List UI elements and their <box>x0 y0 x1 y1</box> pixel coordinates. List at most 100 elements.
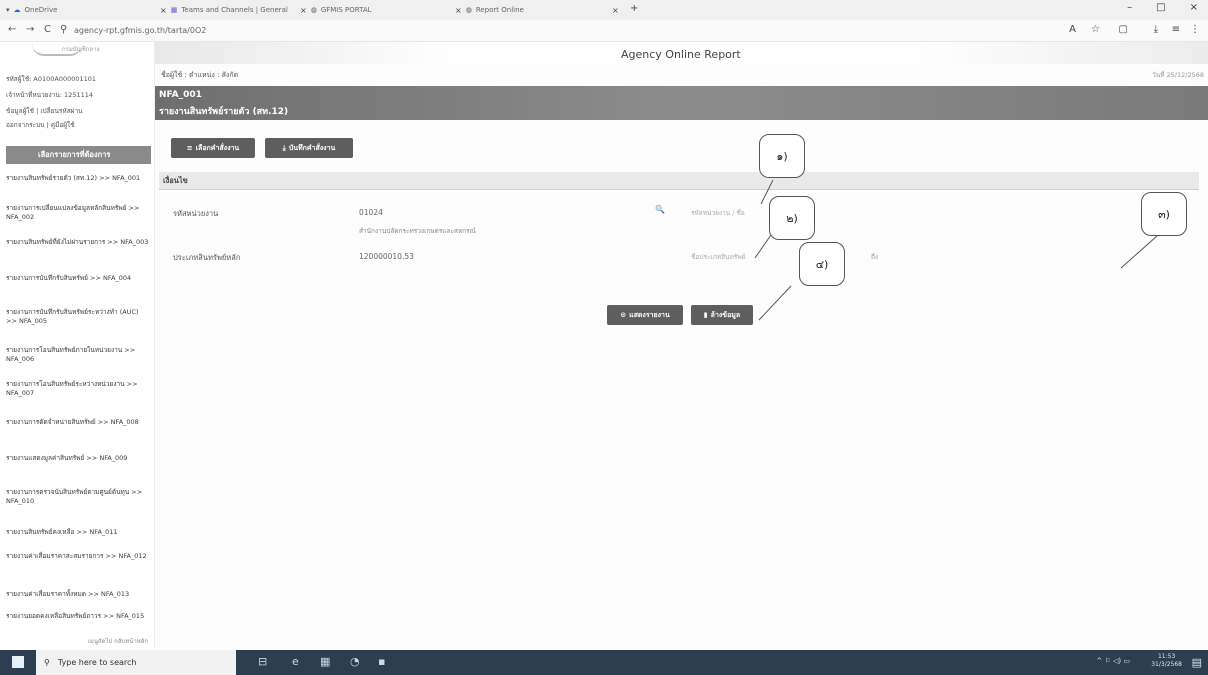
sidebar-item-nfa010[interactable]: รายงานการตรวจนับสินทรัพย์ตามศูนย์ต้นทุน … <box>6 488 151 506</box>
logout-manual-links[interactable]: ออกจากระบบ | คู่มือผู้ใช้ <box>6 120 75 130</box>
menu-header: เลือกรายการที่ต้องการ <box>6 146 151 164</box>
globe-icon: ◍ <box>465 6 472 14</box>
sidebar-item-nfa001[interactable]: รายงานสินทรัพย์รายตัว (สท.12) >> NFA_001 <box>6 174 151 183</box>
asset-range-label: ถึง <box>871 253 879 261</box>
back-icon[interactable]: ← <box>8 24 16 35</box>
translate-icon[interactable]: A <box>1069 24 1076 35</box>
unit-name: สำนักงานปลัดกระทรวงเกษตรและสหกรณ์ <box>359 227 476 235</box>
conditions-section-header: เงื่อนไข <box>159 172 1199 190</box>
list-icon: ≡ <box>186 144 193 152</box>
unit-code-label: รหัสหน่วยงาน <box>173 209 219 218</box>
save-job-button[interactable]: ⤓ บันทึกคำสั่งงาน <box>265 138 353 158</box>
button-label: ล้างข้อมูล <box>710 310 741 319</box>
sidebar-item-nfa013[interactable]: รายงานค่าเสื่อมราคาทั้งหมด >> NFA_013 <box>6 590 151 599</box>
sidebar-footer-links[interactable]: เมนูถัดไป กลับหน้าหลัก <box>88 636 148 646</box>
user-id: รหัสผู้ใช้: A0100A000001101 <box>6 75 97 83</box>
clock[interactable]: 11:53 31/3/2568 <box>1151 653 1182 669</box>
teams-taskbar-icon[interactable]: ▪ <box>378 655 385 668</box>
sidebar-item-nfa012[interactable]: รายงานค่าเสื่อมราคาสะสมรายการ >> NFA_012 <box>6 552 151 561</box>
search-placeholder: Type here to search <box>57 658 137 667</box>
main-content: Agency Online Report ชื่อผู้ใช้ : ตำแหน่… <box>155 42 1208 650</box>
tab-label: Teams and Channels | General <box>181 6 288 14</box>
callout-3: ๓) <box>1141 192 1187 236</box>
user-role: เจ้าหน้าที่หน่วยงาน: 1251114 <box>6 91 94 99</box>
show-report-button[interactable]: ⊙ แสดงรายงาน <box>607 305 683 325</box>
sidebar-item-nfa005[interactable]: รายงานการบันทึกรับสินทรัพย์ระหว่างทำ (AU… <box>6 308 151 326</box>
tab-gfmis[interactable]: × ◍ GFMIS PORTAL <box>300 4 372 16</box>
maximize-icon[interactable]: □ <box>1156 2 1165 13</box>
windows-start-icon[interactable] <box>12 656 24 668</box>
sidebar-item-nfa006[interactable]: รายงานการโอนสินทรัพย์ภายในหน่วยงาน >> NF… <box>6 346 151 364</box>
new-tab-button[interactable]: + <box>630 3 638 14</box>
tab-label: Report Online <box>475 6 524 14</box>
edge-icon[interactable]: e <box>292 655 299 668</box>
chevron-down-icon[interactable]: ▾ <box>6 6 10 14</box>
app-title: Agency Online Report <box>621 48 741 61</box>
close-icon[interactable]: × <box>612 6 619 15</box>
reload-icon[interactable]: C <box>44 24 51 35</box>
close-icon[interactable]: × <box>300 6 307 15</box>
clock-date: 31/3/2568 <box>1151 661 1182 668</box>
window-close-icon[interactable]: × <box>1190 2 1198 13</box>
teams-icon: ▦ <box>170 6 178 14</box>
url-field[interactable]: agency-rpt.gfmis.go.th/tarta/0O2 <box>74 26 206 35</box>
button-label: เลือกคำสั่งงาน <box>195 143 240 152</box>
sidebar-item-nfa002[interactable]: รายงานการเปลี่ยนแปลงข้อมูลหลักสินทรัพย์ … <box>6 204 151 222</box>
window-controls: – □ × <box>1127 2 1198 13</box>
asset-type-input[interactable]: 120000010.53 <box>359 252 414 261</box>
clear-icon: ▮ <box>703 311 708 319</box>
tab-onedrive[interactable]: ▾ ☁ OneDrive <box>6 4 57 16</box>
callout-1: ๑) <box>759 134 805 178</box>
tab-teams[interactable]: × ▦ Teams and Channels | General <box>160 4 288 16</box>
asset-type-hint: ชื่อประเภทสินทรัพย์ <box>691 253 746 261</box>
user-profile-links[interactable]: ข้อมูลผู้ใช้ | เปลี่ยนรหัสผ่าน <box>6 106 83 116</box>
sidebar-item-nfa015[interactable]: รายงานยอดคงเหลือสินทรัพย์ถาวร >> NFA_015 <box>6 612 151 621</box>
sidebar-item-nfa007[interactable]: รายงานการโอนสินทรัพย์ระหว่างหน่วยงาน >> … <box>6 380 151 398</box>
tab-close-active[interactable]: × <box>612 4 619 16</box>
chrome-icon[interactable]: ◔ <box>350 655 360 668</box>
screen: ▾ ☁ OneDrive × ▦ Teams and Channels | Ge… <box>0 0 1208 675</box>
button-label: บันทึกคำสั่งงาน <box>288 143 336 152</box>
cloud-icon: ☁ <box>13 6 21 14</box>
logo-text: กรมบัญชีกลาง <box>62 46 100 53</box>
bookmark-star-icon[interactable]: ☆ <box>1091 24 1100 35</box>
tab-report-online[interactable]: × ◍ Report Online <box>455 4 524 16</box>
file-explorer-icon[interactable]: ▦ <box>320 655 330 668</box>
forward-icon[interactable]: → <box>26 24 34 35</box>
close-icon[interactable]: × <box>160 6 167 15</box>
report-title: รายงานสินทรัพย์รายตัว (สท.12) <box>159 107 289 117</box>
download-icon[interactable]: ⤓ <box>1154 24 1158 35</box>
notification-icon[interactable]: ▤ <box>1192 656 1202 669</box>
sidebar-item-nfa011[interactable]: รายงานสินทรัพย์คงเหลือ >> NFA_011 <box>6 528 151 537</box>
callout-4: ๔) <box>799 242 845 286</box>
clear-button[interactable]: ▮ ล้างข้อมูล <box>691 305 753 325</box>
search-icon: ⚲ <box>44 658 50 667</box>
browser-menu-icon[interactable]: ⋮ <box>1190 24 1200 35</box>
close-icon[interactable]: × <box>455 6 462 15</box>
asset-type-label: ประเภทสินทรัพย์หลัก <box>173 253 241 262</box>
sidebar-item-nfa008[interactable]: รายงานการตัดจำหน่ายสินทรัพย์ >> NFA_008 <box>6 418 151 427</box>
task-view-icon[interactable]: ⊟ <box>258 655 267 668</box>
callout-2: ๒) <box>769 196 815 240</box>
system-tray-icons[interactable]: ^ ⚐ ◁) ▭ <box>1096 657 1130 665</box>
unit-hint: รหัสหน่วยงาน / ชื่อ <box>691 209 745 217</box>
taskbar-search[interactable]: ⚲ Type here to search <box>36 650 236 675</box>
sidebar-item-nfa003[interactable]: รายงานสินทรัพย์ที่ยังไม่ผ่านรายการ >> NF… <box>6 238 151 247</box>
search-icon[interactable]: 🔍 <box>655 205 665 214</box>
select-job-button[interactable]: ≡ เลือกคำสั่งงาน <box>171 138 255 158</box>
report-banner: NFA_001 รายงานสินทรัพย์รายตัว (สท.12) <box>155 86 1208 120</box>
button-label: แสดงรายงาน <box>629 310 670 319</box>
browser-tab-bar: ▾ ☁ OneDrive × ▦ Teams and Channels | Ge… <box>0 0 1208 20</box>
sidebar-item-nfa004[interactable]: รายงานการบันทึกรับสินทรัพย์ >> NFA_004 <box>6 274 151 283</box>
profile-icon[interactable]: ≡ <box>1172 24 1180 35</box>
globe-icon: ◍ <box>310 6 317 14</box>
view-icon: ⊙ <box>620 311 627 319</box>
clock-time: 11:53 <box>1157 653 1176 660</box>
sidebar-item-nfa009[interactable]: รายงานแสดงมูลค่าสินทรัพย์ >> NFA_009 <box>6 454 151 463</box>
minimize-icon[interactable]: – <box>1127 2 1132 13</box>
extensions-icon[interactable]: ▢ <box>1119 24 1128 35</box>
tab-label: OneDrive <box>24 6 58 14</box>
site-info-icon[interactable]: ⚲ <box>60 24 67 35</box>
breadcrumb: ชื่อผู้ใช้ : ตำแหน่ง : สังกัด <box>161 71 239 79</box>
unit-code-input[interactable]: 01024 <box>359 208 383 217</box>
